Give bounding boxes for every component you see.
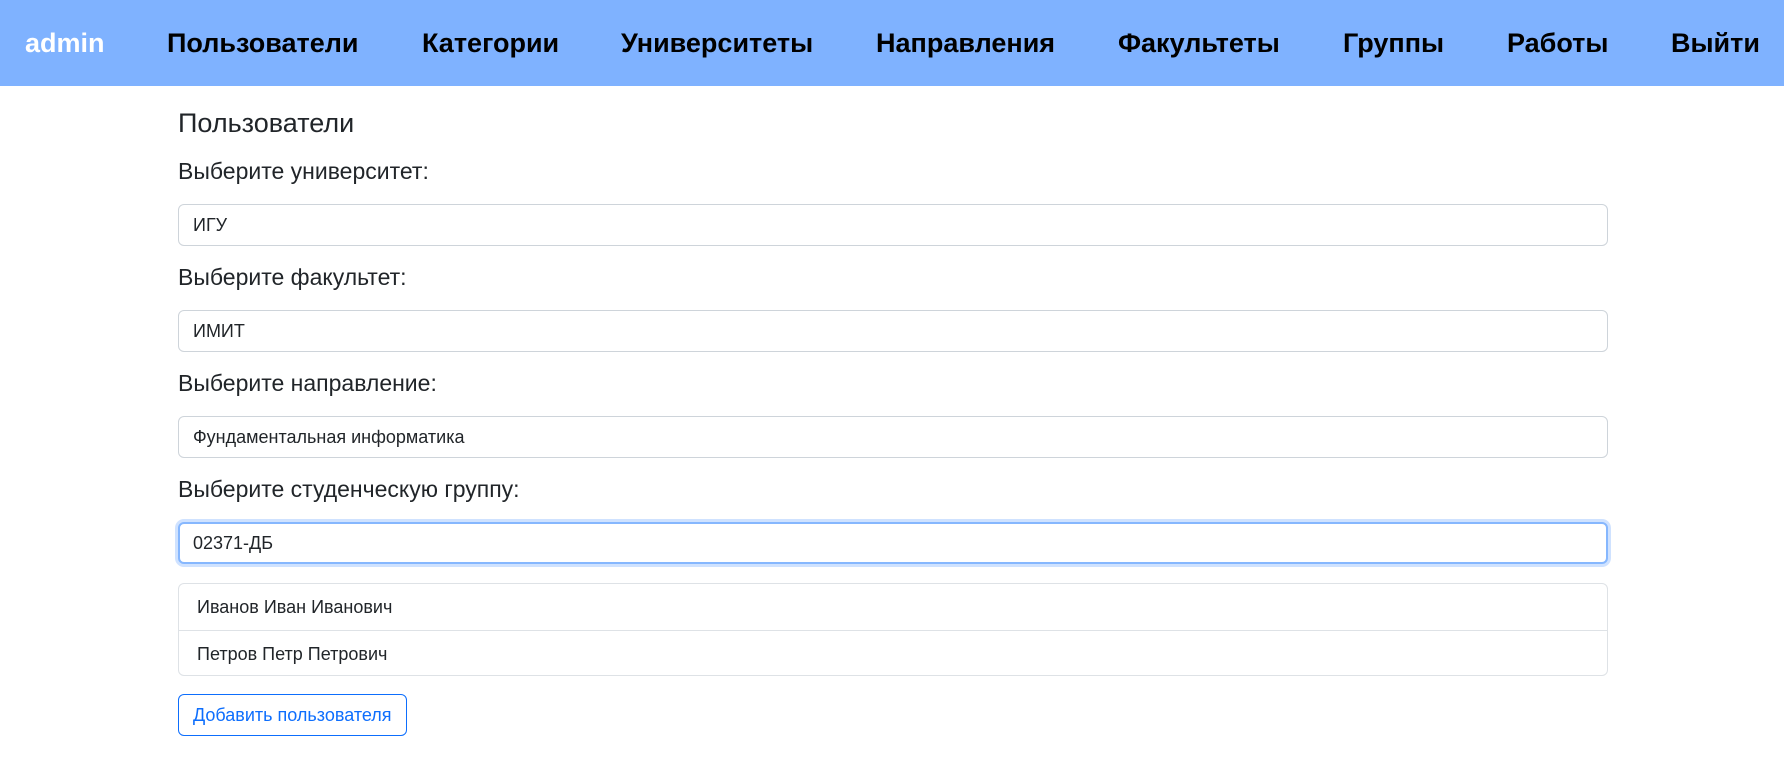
- users-list: Иванов Иван Иванович Петров Петр Петрови…: [178, 583, 1608, 676]
- brand-link[interactable]: admin: [25, 0, 105, 86]
- nav-item-directions[interactable]: Направления: [876, 0, 1055, 86]
- direction-select[interactable]: Фундаментальная информатика: [178, 416, 1608, 458]
- group-select[interactable]: 02371-ДБ: [178, 522, 1608, 564]
- nav-item-users[interactable]: Пользователи: [167, 0, 358, 86]
- nav-item-works[interactable]: Работы: [1507, 0, 1608, 86]
- nav-item-logout[interactable]: Выйти: [1671, 0, 1760, 86]
- direction-label: Выберите направление:: [178, 370, 437, 396]
- group-label: Выберите студенческую группу:: [178, 476, 520, 502]
- faculty-select[interactable]: ИМИТ: [178, 310, 1608, 352]
- list-item[interactable]: Иванов Иван Иванович: [179, 584, 1607, 630]
- university-select[interactable]: ИГУ: [178, 204, 1608, 246]
- nav-item-groups[interactable]: Группы: [1343, 0, 1444, 86]
- top-navbar: admin Пользователи Категории Университет…: [0, 0, 1784, 86]
- faculty-label: Выберите факультет:: [178, 264, 407, 290]
- list-item[interactable]: Петров Петр Петрович: [179, 630, 1607, 677]
- add-user-button[interactable]: Добавить пользователя: [178, 694, 407, 736]
- nav-item-universities[interactable]: Университеты: [621, 0, 813, 86]
- university-label: Выберите университет:: [178, 158, 429, 184]
- nav-item-faculties[interactable]: Факультеты: [1118, 0, 1280, 86]
- nav-item-categories[interactable]: Категории: [422, 0, 559, 86]
- page-title: Пользователи: [178, 108, 355, 138]
